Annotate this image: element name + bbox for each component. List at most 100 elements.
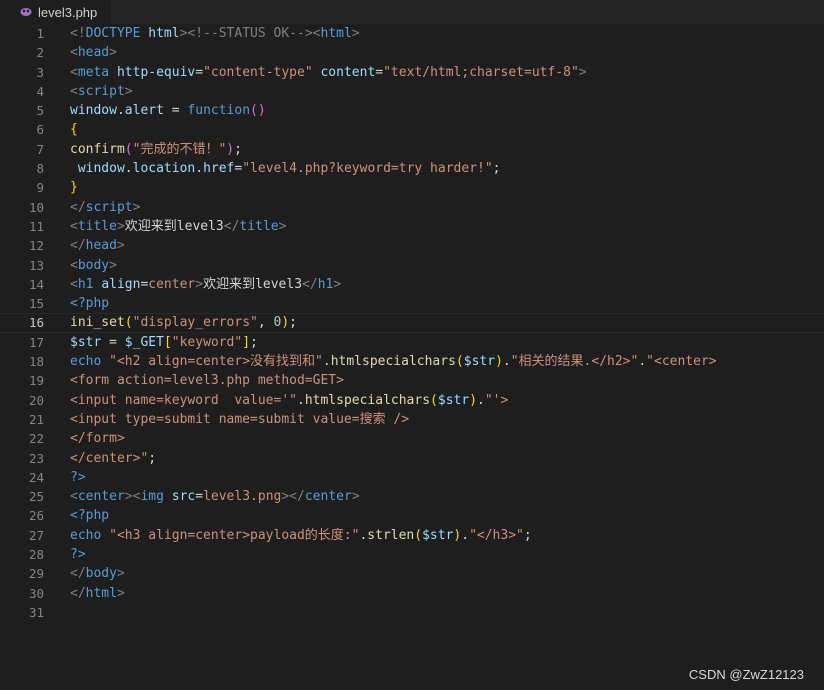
code-token: ; [148,450,157,466]
line-number: 25 [28,489,44,505]
code-token: . [477,392,485,408]
code-token: ; [523,527,532,543]
code-text: { [70,120,78,139]
code-text: window.alert = function() [70,101,266,120]
code-line[interactable]: 21 <input type=submit name=submit value=搜… [0,410,824,429]
code-line[interactable]: 20 <input name=keyword value='".htmlspeci… [0,391,824,410]
code-line[interactable]: 22 </form> [0,429,824,448]
code-token: html [320,26,352,41]
code-token: < [70,489,78,505]
code-token: > [578,64,587,80]
code-line[interactable]: 17 $str = $_GET["keyword"]; [0,333,824,352]
code-token: < [70,257,78,273]
code-token: function [187,103,251,119]
code-token: </ [70,238,86,254]
tab-level3-php[interactable]: level3.php [0,0,112,24]
code-token: http-equiv [116,64,196,80]
code-token: echo [70,527,102,543]
code-token: ] [242,334,251,350]
code-token: 欢迎来到level3 [203,276,303,292]
code-line[interactable]: 7 confirm("完成的不错！"); [0,140,824,159]
code-token: content [320,64,376,80]
code-line[interactable]: 29 </body> [0,564,824,583]
code-line[interactable]: 23 </center>"; [0,449,824,468]
code-line[interactable]: 1 <!DOCTYPE html><!--STATUS OK--><html> [0,24,824,43]
code-text: <form action=level3.php method=GET> [70,371,344,390]
code-line[interactable]: 3 <meta http-equiv="content-type" content… [0,63,824,82]
code-token: ; [289,315,297,331]
code-editor-window: level3.php 1 <!DOCTYPE html><!--STATUS OK… [0,0,824,690]
code-line[interactable]: 12 </head> [0,236,824,255]
code-text: echo "<h3 align=center>payload的长度:". strl… [70,526,532,545]
code-text: <input name=keyword value='".htmlspecial… [70,391,508,410]
code-line[interactable]: 6{ [0,120,824,139]
code-line[interactable]: 16 ini_set("display_errors", 0); [0,313,824,333]
editor-pane[interactable]: 1 <!DOCTYPE html><!--STATUS OK--><html> 2 <… [0,24,824,690]
code-line[interactable]: 14 <h1 align=center>欢迎来到level3</h1> [0,275,824,294]
code-token: center [77,489,125,505]
code-token: alert [124,103,164,119]
line-number: 4 [36,83,44,99]
code-token: ( [430,392,438,408]
code-token: level3.png [203,489,282,505]
code-text: <head> [70,43,117,62]
code-token: html [148,26,180,41]
code-line[interactable]: 18 echo "<h2 align=center>没有找到和".htmlspec… [0,352,824,371]
line-number: 12 [28,238,44,254]
line-number: 19 [28,373,44,389]
code-token: ; [492,161,501,177]
code-token: >< [124,489,141,505]
code-line[interactable]: 31 [0,603,824,622]
code-line[interactable]: 9} [0,178,824,197]
code-token: body [85,566,117,582]
line-number: 31 [28,604,44,620]
line-number: 1 [36,26,44,41]
code-token: . [124,161,133,177]
code-token: [ [163,334,172,350]
code-line[interactable]: 2 <head> [0,43,824,62]
code-line[interactable]: 28 ?> [0,545,824,564]
line-number: 20 [28,392,44,408]
code-token: = [195,64,204,80]
code-line[interactable]: 11 <title>欢迎来到level3</title> [0,217,824,236]
code-token: window [70,103,117,119]
code-token: < [70,83,78,99]
code-token: "content-type" [203,64,313,80]
code-token: </ [70,199,86,215]
code-line[interactable]: 19 <form action=level3.php method=GET> [0,371,824,390]
tab-filename: level3.php [38,4,98,20]
code-token: = [195,489,204,505]
code-line[interactable]: 8 window.location.href="level4.php?keywo… [0,159,824,178]
code-token: <! [70,26,86,41]
code-text: <center><img src=level3.png></center> [70,487,360,506]
code-token: location [132,161,196,177]
code-token: > [195,276,204,292]
line-number: 23 [28,450,44,466]
code-token: confirm [70,141,125,157]
code-line[interactable]: 26 <?php [0,506,824,525]
line-number: 27 [28,527,44,543]
code-text: <script> [70,82,133,101]
code-line[interactable]: 30 </html> [0,584,824,603]
code-token: window [77,161,125,177]
code-token: > [116,585,125,601]
code-line[interactable]: 27 echo "<h3 align=center>payload的长度:". st… [0,526,824,545]
code-text: </form> [70,429,125,448]
code-token: . [461,527,470,543]
code-line[interactable]: 10 </script> [0,198,824,217]
code-token: h1 [317,276,334,292]
code-line[interactable]: 15 <?php [0,294,824,313]
code-line[interactable]: 13 <body> [0,256,824,275]
code-line[interactable]: 25 <center><img src=level3.png></center> [0,487,824,506]
code-line[interactable]: 24 ?> [0,468,824,487]
code-token: ) [469,392,478,408]
code-token: { [70,122,78,138]
line-number: 2 [36,45,44,61]
code-line[interactable]: 4 <script> [0,82,824,101]
code-text: <!DOCTYPE html><!--STATUS OK--><html> [70,24,360,43]
code-text: </html> [70,584,125,603]
code-line[interactable]: 5 window.alert = function() [0,101,824,120]
code-text: </center>"; [70,449,156,468]
code-token: ) [495,354,503,370]
